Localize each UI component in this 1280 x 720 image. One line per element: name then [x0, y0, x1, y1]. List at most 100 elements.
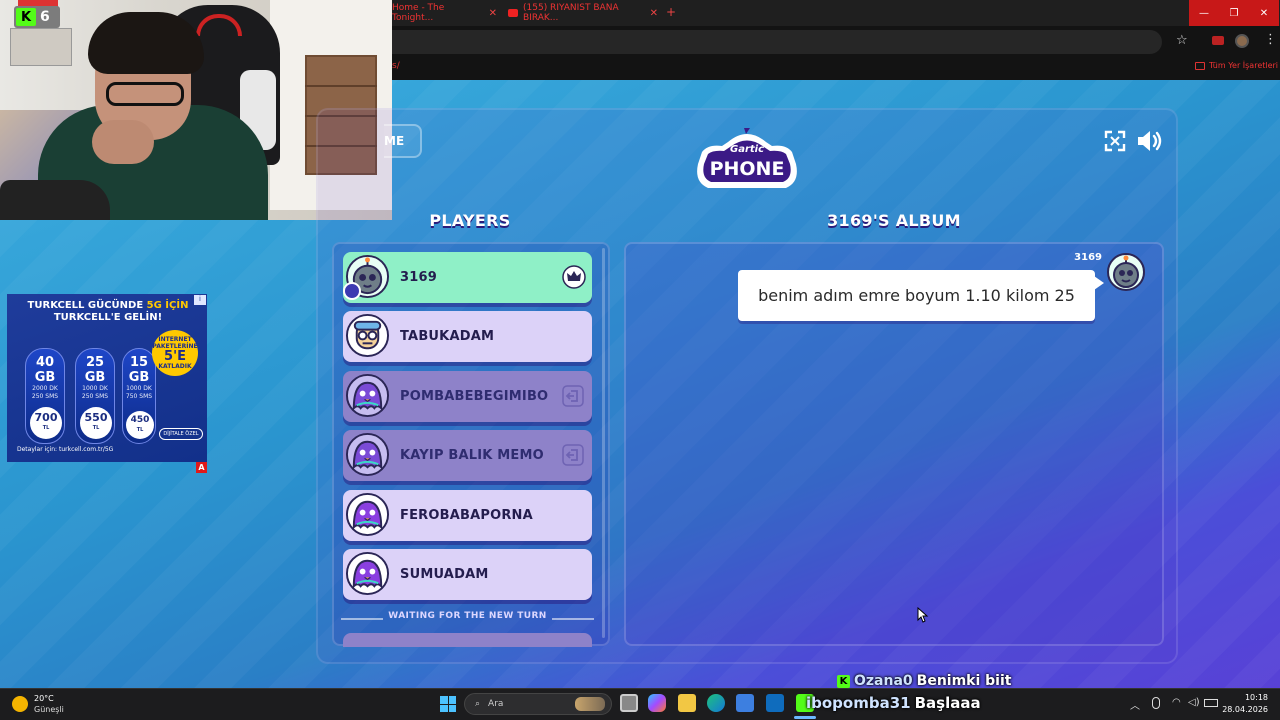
player-name: TABUKADAM	[400, 329, 495, 344]
chat-text: Benimki biit	[916, 673, 1012, 689]
away-icon	[562, 444, 584, 466]
players-scrollbar[interactable]	[602, 248, 605, 638]
player-row[interactable]: 3169	[343, 252, 592, 303]
sun-icon[interactable]	[12, 696, 28, 712]
speaker-icon[interactable]: ◁)	[1188, 697, 1200, 708]
browser-tab[interactable]: (155) RIYANIST BANA BIRAK... ✕	[508, 3, 658, 23]
player-row[interactable]: KAYIP BALIK MEMO	[343, 430, 592, 481]
streamer-glasses	[106, 82, 184, 106]
close-tab-icon[interactable]: ✕	[489, 8, 497, 19]
weather-temp[interactable]: 20°C	[34, 694, 54, 703]
mouse-cursor-icon	[917, 607, 929, 623]
player-avatar	[345, 551, 390, 596]
player-name: 3169	[400, 270, 437, 285]
player-row-partial[interactable]	[343, 633, 592, 647]
away-icon	[562, 385, 584, 407]
taskbar-search[interactable]: ⌕ Ara	[464, 693, 612, 715]
search-icon: ⌕	[475, 699, 481, 709]
close-tab-icon[interactable]: ✕	[650, 8, 658, 19]
microphone-icon[interactable]	[1152, 697, 1160, 709]
ad-title-highlight: 5G İÇİN	[146, 300, 189, 311]
wifi-icon[interactable]: ◠	[1172, 697, 1181, 708]
tray-chevron-icon[interactable]: ︿	[1130, 697, 1140, 712]
player-avatar	[345, 313, 390, 358]
restore-button[interactable]: ❐	[1219, 0, 1249, 26]
outlook-icon[interactable]	[766, 694, 784, 712]
weather-desc[interactable]: Güneşli	[34, 705, 64, 714]
profile-avatar[interactable]	[1235, 34, 1249, 48]
price-unit: TL	[136, 427, 144, 433]
extension-icon[interactable]	[1212, 36, 1224, 45]
taskbar	[0, 688, 1280, 720]
cabinet-drawer	[305, 85, 377, 87]
player-name: KAYIP BALIK MEMO	[400, 448, 544, 463]
edge-icon[interactable]	[707, 694, 725, 712]
close-window-button[interactable]: ✕	[1249, 0, 1279, 26]
price-value: 450	[130, 415, 150, 425]
volume-icon[interactable]	[1136, 129, 1164, 153]
all-bookmarks[interactable]: Tüm Yer İşaretleri	[1195, 61, 1278, 70]
message-author: 3169	[1074, 252, 1102, 263]
viewer-count: 6	[40, 9, 50, 25]
address-bar[interactable]	[392, 30, 1162, 54]
ad-title: TURKCELL GÜCÜNDE 5G İÇİN TURKCELL'E GELİ…	[15, 300, 201, 324]
windows-start-icon[interactable]	[440, 696, 456, 712]
battery-icon[interactable]	[1204, 699, 1218, 707]
bookmark-star-icon[interactable]: ☆	[1176, 33, 1188, 48]
badge-bottom: KATLADIK	[158, 363, 192, 370]
player-row[interactable]: SUMUADAM	[343, 549, 592, 600]
store-icon[interactable]	[736, 694, 754, 712]
chat-username: Ozana0	[854, 673, 913, 689]
player-row[interactable]: TABUKADAM	[343, 311, 592, 362]
clock-date[interactable]: 28.04.2026	[1222, 705, 1268, 714]
players-heading: PLAYERS	[429, 211, 511, 230]
task-view-icon[interactable]	[620, 694, 638, 712]
kick-icon: K	[16, 8, 36, 26]
pack-details: 1000 DK 750 SMS	[125, 385, 153, 400]
turkcell-ad[interactable]: TURKCELL GÜCÜNDE 5G İÇİN TURKCELL'E GELİ…	[7, 294, 207, 462]
ad-title-part: TURKCELL GÜCÜNDE	[27, 300, 144, 311]
microphone	[0, 180, 110, 220]
player-avatar	[345, 432, 390, 477]
player-row[interactable]: FEROBABAPORNA	[343, 490, 592, 541]
message-avatar	[1107, 253, 1145, 291]
ad-special: DİJİTALE ÖZEL	[159, 428, 203, 440]
pack-gb: 25 GB	[84, 355, 106, 385]
pack-gb: 40 GB	[34, 355, 56, 385]
chat-username: ibopomba31	[806, 694, 911, 712]
player-avatar	[345, 373, 390, 418]
player-name: FEROBABAPORNA	[400, 508, 533, 523]
divider	[341, 618, 383, 620]
home-button[interactable]: ME	[384, 124, 422, 158]
home-label: ME	[384, 134, 405, 148]
fullscreen-icon[interactable]	[1104, 130, 1126, 152]
bookmark-item[interactable]: s/	[392, 61, 400, 71]
copilot-icon[interactable]	[648, 694, 666, 712]
badge-top: İNTERNET PAKETLERİNE	[152, 336, 198, 350]
album-message: benim adım emre boyum 1.10 kilom 25	[738, 270, 1104, 321]
tab-label: Home - The Tonight...	[392, 3, 445, 23]
clock-time[interactable]: 10:18	[1232, 693, 1268, 702]
file-explorer-icon[interactable]	[678, 694, 696, 712]
ad-footer: Detaylar için: turkcell.com.tr/5G	[17, 446, 114, 453]
ad-info-icon[interactable]: i	[194, 295, 206, 305]
adchoices-icon[interactable]: A	[196, 462, 207, 473]
price-unit: TL	[42, 425, 50, 431]
pack-price: 450 TL	[126, 411, 154, 439]
browser-menu-icon[interactable]: ⋮	[1264, 32, 1277, 47]
pack-gb: 15 GB	[128, 355, 150, 385]
minimize-button[interactable]: —	[1189, 0, 1219, 26]
player-row[interactable]: POMBABEBEGIMIBO	[343, 371, 592, 422]
price-value: 550	[84, 411, 108, 424]
divider	[552, 618, 594, 620]
ad-pack: 40 GB 2000 DK 250 SMS 700 TL	[25, 348, 65, 444]
player-avatar	[345, 492, 390, 537]
streamer-hand	[92, 120, 154, 164]
chat-text: Başlaaa	[914, 694, 981, 712]
pack-details: 1000 DK 250 SMS	[81, 385, 109, 400]
viewer-badge: K 6	[14, 6, 60, 28]
new-tab-icon[interactable]: +	[666, 5, 676, 19]
price-value: 700	[34, 411, 58, 424]
crown-icon	[562, 265, 586, 289]
browser-tab[interactable]: Home - The Tonight... ✕	[392, 3, 497, 23]
